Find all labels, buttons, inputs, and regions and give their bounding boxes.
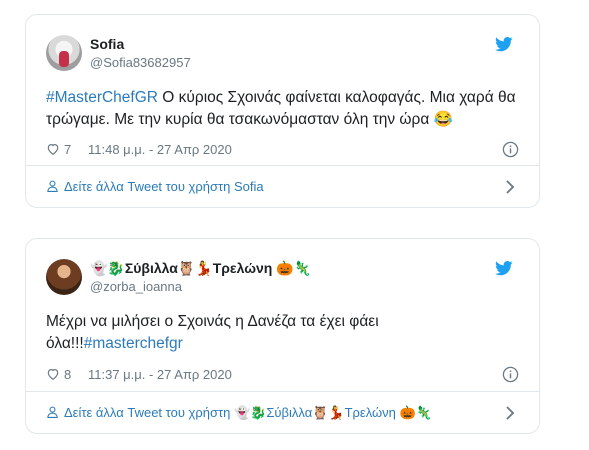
display-name[interactable]: 👻🐉Σύβιλλα🦉💃Τρελώνη 🎃🦎 xyxy=(90,260,311,277)
twitter-bird-icon[interactable] xyxy=(495,35,513,53)
view-more-label[interactable]: Δείτε άλλα Tweet του χρήστη Sofia xyxy=(64,179,264,194)
person-icon xyxy=(47,406,58,418)
tweet-text: Μέχρι να μιλήσει ο Σχοινάς η Δανέζα τα έ… xyxy=(46,311,406,355)
avatar[interactable] xyxy=(46,259,82,295)
hashtag-link[interactable]: #masterchefgr xyxy=(84,335,183,352)
chevron-right-icon[interactable] xyxy=(505,406,515,420)
info-icon[interactable] xyxy=(502,366,519,383)
person-icon xyxy=(47,180,58,192)
tweet-card[interactable]: Sofia @Sofia83682957 #MasterChefGR Ο κύρ… xyxy=(25,14,540,208)
tweet-meta: 8 11:37 μ.μ. - 27 Απρ 2020 xyxy=(46,365,519,385)
tweet-header: Sofia @Sofia83682957 xyxy=(46,35,521,75)
timestamp-link[interactable]: 11:48 μ.μ. - 27 Απρ 2020 xyxy=(88,142,232,157)
like-count: 8 xyxy=(64,367,72,382)
tweet-card[interactable]: 👻🐉Σύβιλλα🦉💃Τρελώνη 🎃🦎 @zorba_ioanna Μέχρ… xyxy=(25,238,540,434)
view-more-tweets-link[interactable]: Δείτε άλλα Tweet του χρήστη 👻🐉Σύβιλλα🦉💃Τ… xyxy=(26,391,539,433)
view-more-tweets-link[interactable]: Δείτε άλλα Tweet του χρήστη Sofia xyxy=(26,165,539,207)
like-count: 7 xyxy=(64,142,72,157)
info-icon[interactable] xyxy=(502,141,519,158)
user-handle[interactable]: @zorba_ioanna xyxy=(90,279,182,294)
chevron-right-icon[interactable] xyxy=(505,180,515,194)
twitter-bird-icon[interactable] xyxy=(495,259,513,277)
tweet-meta: 7 11:48 μ.μ. - 27 Απρ 2020 xyxy=(46,140,519,160)
avatar[interactable] xyxy=(46,35,82,71)
user-handle[interactable]: @Sofia83682957 xyxy=(90,55,191,70)
heart-icon[interactable] xyxy=(46,142,60,156)
hashtag-link[interactable]: #MasterChefGR xyxy=(46,89,158,106)
tweet-text: #MasterChefGR Ο κύριος Σχοινάς φαίνεται … xyxy=(46,87,516,131)
view-more-label[interactable]: Δείτε άλλα Tweet του χρήστη 👻🐉Σύβιλλα🦉💃Τ… xyxy=(64,405,432,421)
heart-icon[interactable] xyxy=(46,367,60,381)
display-name[interactable]: Sofia xyxy=(90,36,124,52)
timestamp-link[interactable]: 11:37 μ.μ. - 27 Απρ 2020 xyxy=(88,367,232,382)
tweet-header: 👻🐉Σύβιλλα🦉💃Τρελώνη 🎃🦎 @zorba_ioanna xyxy=(46,259,521,299)
